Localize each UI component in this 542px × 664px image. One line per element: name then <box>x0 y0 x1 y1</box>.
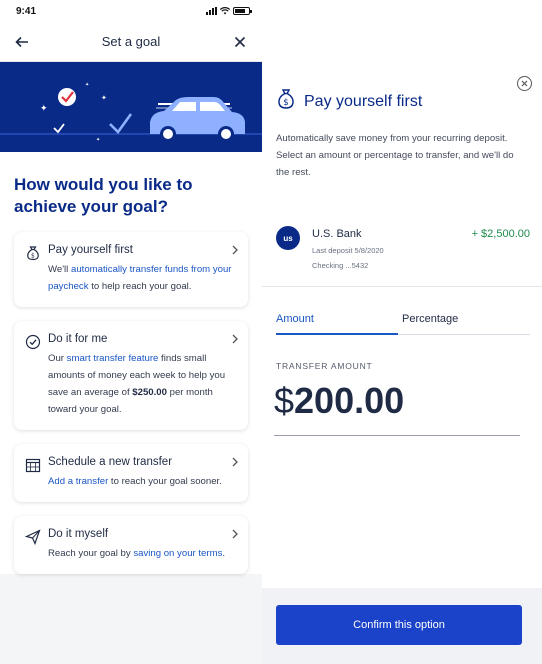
status-icons <box>206 7 252 15</box>
currency-symbol: $ <box>274 380 295 421</box>
svg-text:$: $ <box>283 98 288 108</box>
option-description: Add a transfer to reach your goal sooner… <box>48 473 234 490</box>
transfer-amount-label: TRANSFER AMOUNT <box>276 361 373 371</box>
chevron-right-icon <box>232 456 238 470</box>
chevron-right-icon <box>232 333 238 347</box>
sheet-title: Pay yourself first <box>304 92 423 110</box>
smart-transfer-link[interactable]: smart transfer feature <box>67 353 159 364</box>
chevron-right-icon <box>232 528 238 542</box>
option-title: Schedule a new transfer <box>48 456 173 468</box>
wifi-icon <box>220 7 230 15</box>
add-transfer-link[interactable]: Add a transfer <box>48 476 108 487</box>
option-title: Do it for me <box>48 333 108 345</box>
svg-text:✦: ✦ <box>96 137 100 143</box>
arrow-left-icon[interactable] <box>12 32 32 52</box>
bank-account-row: us U.S. Bank + $2,500.00 Last deposit 5/… <box>276 226 530 276</box>
car-illustration: ✦ ✦ ✦ ✦ <box>0 62 262 152</box>
divider <box>262 286 542 287</box>
tab-amount[interactable]: Amount <box>276 313 398 335</box>
nav-bar: Set a goal <box>0 22 262 62</box>
money-bag-icon: $ <box>25 245 41 261</box>
sheet-description: Automatically save money from your recur… <box>276 133 514 178</box>
hero-illustration: ✦ ✦ ✦ ✦ <box>0 62 262 152</box>
desc-text: to help reach your goal. <box>88 281 192 292</box>
sheet-footer: Confirm this option <box>262 588 542 664</box>
option-pay-yourself-first[interactable]: $ Pay yourself first We'll automatically… <box>14 232 248 307</box>
status-bar: 9:41 <box>0 0 262 22</box>
section-heading: How would you like to achieve your goal? <box>0 152 262 232</box>
option-description: We'll automatically transfer funds from … <box>48 261 234 295</box>
average-amount: $250.00 <box>132 387 167 398</box>
desc-text: Reach your goal by <box>48 548 134 559</box>
option-description: Our smart transfer feature finds small a… <box>48 350 234 418</box>
status-time: 9:41 <box>16 5 37 17</box>
option-do-it-myself[interactable]: Do it myself Reach your goal by saving o… <box>14 516 248 574</box>
deposit-amount: + $2,500.00 <box>471 228 530 240</box>
option-do-it-for-me[interactable]: Do it for me Our smart transfer feature … <box>14 321 248 430</box>
calendar-icon <box>25 457 41 473</box>
signal-icon <box>206 7 217 15</box>
option-title: Do it myself <box>48 528 109 540</box>
desc-text: We'll <box>48 264 71 275</box>
battery-icon <box>233 7 252 15</box>
option-title: Pay yourself first <box>48 244 133 256</box>
option-list: $ Pay yourself first We'll automatically… <box>0 232 262 574</box>
transfer-amount-value: 200.00 <box>294 380 405 421</box>
confirm-option-button[interactable]: Confirm this option <box>276 605 522 645</box>
sheet-header: $ Pay yourself first <box>276 88 422 115</box>
svg-text:✦: ✦ <box>101 94 107 102</box>
paper-plane-icon <box>24 529 41 546</box>
desc-text: to reach your goal sooner. <box>108 476 222 487</box>
account-number: Checking ...5432 <box>312 261 369 270</box>
bank-name: U.S. Bank <box>312 228 362 240</box>
tab-percentage[interactable]: Percentage <box>398 313 530 335</box>
last-deposit-date: Last deposit 5/8/2020 <box>312 246 384 255</box>
goal-screen: 9:41 Set a goal ✦ ✦ ✦ ✦ How would you li… <box>0 0 262 664</box>
svg-text:✦: ✦ <box>40 104 48 114</box>
check-circle-icon <box>25 334 41 350</box>
svg-text:$: $ <box>31 253 35 260</box>
transfer-type-tabs: Amount Percentage <box>276 313 530 335</box>
desc-text: Our <box>48 353 67 364</box>
pay-yourself-first-sheet: $ Pay yourself first Automatically save … <box>262 60 542 664</box>
saving-terms-link[interactable]: saving on your terms <box>133 548 222 559</box>
chevron-right-icon <box>232 244 238 258</box>
desc-text: . <box>222 548 226 559</box>
transfer-amount-field[interactable]: $200.00 <box>274 380 520 436</box>
page-title: Set a goal <box>101 34 161 49</box>
bank-logo: us <box>276 226 300 250</box>
option-description: Reach your goal by saving on your terms. <box>48 545 234 562</box>
option-schedule-transfer[interactable]: Schedule a new transfer Add a transfer t… <box>14 444 248 502</box>
close-circle-icon[interactable] <box>517 76 532 91</box>
close-icon[interactable] <box>230 32 250 52</box>
money-bag-icon: $ <box>276 88 296 115</box>
svg-text:✦: ✦ <box>85 82 89 88</box>
